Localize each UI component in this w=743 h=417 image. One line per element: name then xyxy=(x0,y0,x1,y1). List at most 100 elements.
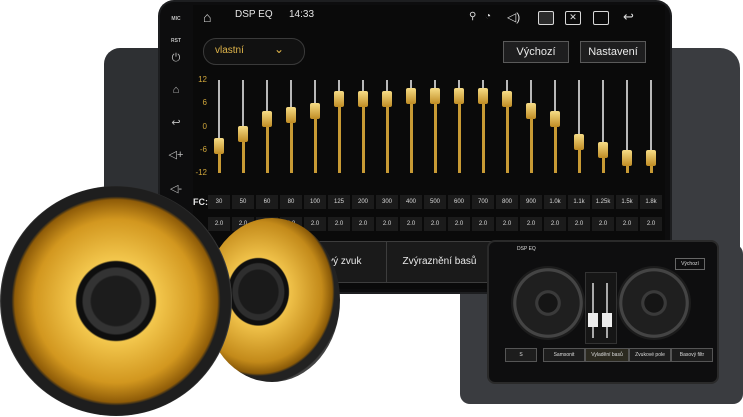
back-icon[interactable]: ↩ xyxy=(166,116,186,129)
eq-slider-400[interactable] xyxy=(406,87,416,104)
y-tick-label: -12 xyxy=(195,168,207,177)
frequency-cell[interactable]: 1.8k xyxy=(640,195,662,209)
eq-slider-80[interactable] xyxy=(286,106,296,123)
eq-slider-30[interactable] xyxy=(214,137,224,154)
q-value-cell[interactable]: 2.0 xyxy=(352,217,374,231)
frequency-cell[interactable]: 300 xyxy=(376,195,398,209)
eq-slider-125[interactable] xyxy=(334,91,344,108)
q-value-cell[interactable]: 2.0 xyxy=(376,217,398,231)
mini-button-2: Vyladění basů xyxy=(585,348,629,362)
mini-button-3: Zvukové pole xyxy=(629,348,671,362)
eq-level-bar xyxy=(385,99,389,173)
q-value-cell[interactable]: 2.0 xyxy=(304,217,326,231)
q-value-cell[interactable]: 2.0 xyxy=(568,217,590,231)
frequency-cell[interactable]: 400 xyxy=(400,195,422,209)
eq-level-bar xyxy=(433,95,437,173)
frequency-cell[interactable]: 100 xyxy=(304,195,326,209)
frequency-cell[interactable]: 60 xyxy=(256,195,278,209)
frequency-cell[interactable]: 30 xyxy=(208,195,230,209)
eq-slider-800[interactable] xyxy=(502,91,512,108)
frequency-cell[interactable]: 80 xyxy=(280,195,302,209)
back-icon[interactable]: ↩ xyxy=(623,10,634,24)
eq-slider-500[interactable] xyxy=(430,87,440,104)
eq-slider-100[interactable] xyxy=(310,103,320,119)
eq-level-bar xyxy=(409,95,413,173)
large-speaker xyxy=(0,186,232,416)
q-value-cell[interactable]: 2.0 xyxy=(424,217,446,231)
frequency-cell[interactable]: 800 xyxy=(496,195,518,209)
status-bar: ⌂ DSP EQ 14:33 ⚲ ◔ ◁) ✕ ↩ xyxy=(193,5,665,31)
q-value-cell[interactable]: 2.0 xyxy=(208,217,230,231)
screenshot-icon[interactable] xyxy=(538,11,554,25)
eq-slider-1.0k[interactable] xyxy=(550,110,560,127)
frequency-cell[interactable]: 1.1k xyxy=(568,195,590,209)
mini-button-0: S xyxy=(505,348,537,362)
y-tick-label: -6 xyxy=(199,144,207,154)
q-value-cell[interactable]: 2.0 xyxy=(544,217,566,231)
q-value-cell[interactable]: 2.0 xyxy=(616,217,638,231)
eq-slider-50[interactable] xyxy=(238,126,248,143)
eq-level-bar xyxy=(337,99,341,173)
home-icon[interactable]: ⌂ xyxy=(166,84,186,96)
volume-up-icon[interactable]: ◁+ xyxy=(166,148,186,161)
location-icon: ⚲ xyxy=(469,11,477,22)
q-value-cell[interactable]: 2.0 xyxy=(592,217,614,231)
eq-slider-600[interactable] xyxy=(454,87,464,104)
q-value-cell[interactable]: 2.0 xyxy=(328,217,350,231)
frequency-cell[interactable]: 700 xyxy=(472,195,494,209)
eq-level-bar xyxy=(289,114,293,173)
q-value-cell[interactable]: 2.0 xyxy=(472,217,494,231)
mini-left-speaker xyxy=(511,266,585,340)
windows-icon[interactable] xyxy=(593,11,609,25)
eq-slider-300[interactable] xyxy=(382,91,392,108)
frequency-cell[interactable]: 200 xyxy=(352,195,374,209)
mini-preview: DSP EQ Výchozí S Samsonit Vyladění basů … xyxy=(487,240,719,384)
chevron-down-icon: ⌄ xyxy=(274,42,285,56)
frequency-cell[interactable]: 50 xyxy=(232,195,254,209)
mini-title: DSP EQ xyxy=(517,246,536,252)
y-tick-label: 12 xyxy=(198,75,207,84)
eq-slider-1.1k[interactable] xyxy=(574,134,584,150)
eq-level-bar xyxy=(361,99,365,173)
mini-right-speaker xyxy=(617,266,691,340)
q-value-cell[interactable]: 2.0 xyxy=(496,217,518,231)
preset-dropdown[interactable]: vlastní ⌄ xyxy=(203,38,305,65)
eq-slider-1.25k[interactable] xyxy=(598,141,608,158)
frequency-cell[interactable]: 1.0k xyxy=(544,195,566,209)
volume-icon[interactable]: ◁) xyxy=(507,10,520,24)
eq-level-bar xyxy=(529,111,533,173)
q-value-cell[interactable]: 2.0 xyxy=(400,217,422,231)
frequency-cell[interactable]: 1.25k xyxy=(592,195,614,209)
eq-slider-900[interactable] xyxy=(526,103,536,119)
reset-label[interactable]: RST xyxy=(166,38,186,44)
eq-level-bar xyxy=(481,95,485,173)
eq-slider-200[interactable] xyxy=(358,91,368,108)
preset-label: vlastní xyxy=(215,45,244,56)
clock: 14:33 xyxy=(289,9,315,20)
y-tick-label: 0 xyxy=(202,121,207,131)
mini-center-sliders xyxy=(585,272,617,344)
home-icon[interactable]: ⌂ xyxy=(203,10,211,24)
wifi-icon: ◔ xyxy=(485,11,492,22)
q-value-cell[interactable]: 2.0 xyxy=(448,217,470,231)
eq-slider-1.5k[interactable] xyxy=(622,149,632,166)
volume-down-icon[interactable]: ◁- xyxy=(166,182,186,195)
app-title: DSP EQ xyxy=(235,9,273,20)
q-value-cell[interactable]: 2.0 xyxy=(520,217,542,231)
bottom-button-bass-boost[interactable]: Zvýraznění basů xyxy=(386,241,493,283)
power-icon[interactable]: ⏻ xyxy=(166,52,186,65)
frequency-cell[interactable]: 900 xyxy=(520,195,542,209)
default-button[interactable]: Výchozí xyxy=(503,41,569,63)
close-window-icon[interactable]: ✕ xyxy=(565,11,581,25)
q-value-cell[interactable]: 2.0 xyxy=(640,217,662,231)
eq-slider-700[interactable] xyxy=(478,87,488,104)
eq-level-bar xyxy=(313,111,317,173)
eq-slider-1.8k[interactable] xyxy=(646,149,656,166)
frequency-cell[interactable]: 125 xyxy=(328,195,350,209)
mini-default-button: Výchozí xyxy=(675,258,705,270)
frequency-cell[interactable]: 1.5k xyxy=(616,195,638,209)
frequency-cell[interactable]: 500 xyxy=(424,195,446,209)
eq-slider-60[interactable] xyxy=(262,110,272,127)
settings-button[interactable]: Nastavení xyxy=(580,41,646,63)
frequency-cell[interactable]: 600 xyxy=(448,195,470,209)
